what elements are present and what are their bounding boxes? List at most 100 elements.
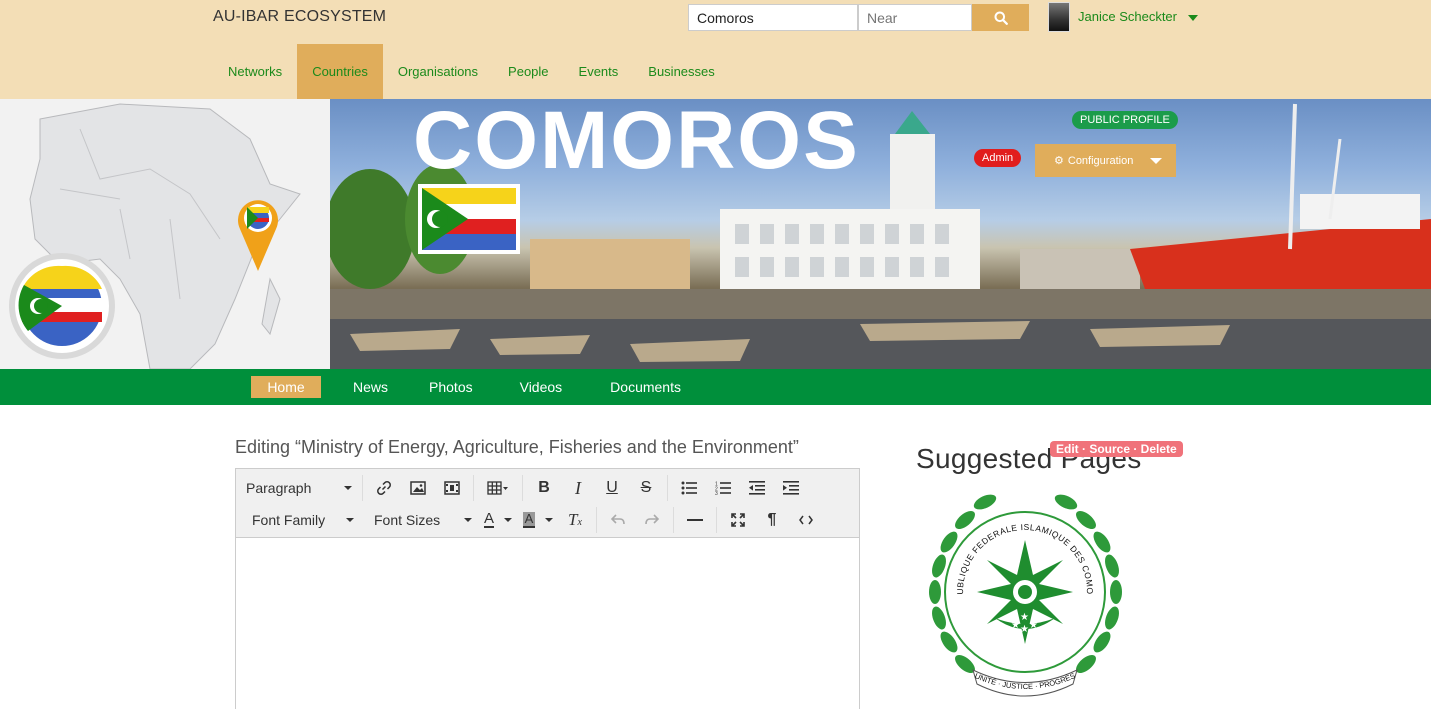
flag-badge-icon: [9, 253, 115, 359]
nav-item-events[interactable]: Events: [564, 44, 634, 99]
bullet-list-button[interactable]: [672, 474, 706, 502]
toolbar-divider: [362, 475, 363, 501]
edit-source-delete-links[interactable]: Edit · Source · Delete: [1050, 441, 1183, 457]
toolbar-divider: [596, 507, 597, 533]
user-menu-name[interactable]: Janice Scheckter: [1078, 9, 1177, 24]
chevron-down-icon: [346, 518, 354, 522]
show-blocks-button[interactable]: ¶: [755, 506, 789, 534]
italic-button[interactable]: I: [561, 474, 595, 502]
background-color-button[interactable]: A: [518, 506, 558, 534]
editor-toolbar: Paragraph B I U S 1 2 3 Font Family Font…: [236, 469, 859, 538]
nav-item-organisations[interactable]: Organisations: [383, 44, 493, 99]
nav-item-people[interactable]: People: [493, 44, 563, 99]
chevron-down-icon[interactable]: [1188, 15, 1198, 21]
outdent-icon: [749, 481, 765, 495]
horizontal-rule-icon: [687, 519, 703, 521]
subnav-videos[interactable]: Videos: [497, 376, 586, 398]
media-button[interactable]: [435, 474, 469, 502]
image-button[interactable]: [401, 474, 435, 502]
editing-title: Editing “Ministry of Energy, Agriculture…: [235, 437, 799, 457]
public-profile-badge[interactable]: PUBLIC PROFILE: [1072, 111, 1178, 129]
toolbar-divider: [473, 475, 474, 501]
bold-button[interactable]: B: [527, 474, 561, 502]
horizontal-rule-button[interactable]: [678, 506, 712, 534]
subnav-documents[interactable]: Documents: [585, 376, 706, 398]
source-code-button[interactable]: [789, 506, 823, 534]
africa-map-image: [0, 99, 330, 369]
svg-text:★: ★: [1020, 612, 1029, 623]
configuration-button[interactable]: ⚙ Configuration: [1035, 144, 1176, 177]
code-icon: [799, 515, 813, 525]
text-color-button[interactable]: A: [478, 506, 518, 534]
fullscreen-button[interactable]: [721, 506, 755, 534]
nav-item-countries[interactable]: Countries: [297, 44, 383, 99]
toolbar-divider: [522, 475, 523, 501]
top-header: AU-IBAR ECOSYSTEM Janice Scheckter Netwo…: [0, 0, 1431, 99]
chevron-down-icon: [1150, 158, 1162, 164]
bullet-list-icon: [681, 481, 697, 495]
film-icon: [444, 481, 460, 495]
redo-button[interactable]: [635, 506, 669, 534]
brand-logo-text[interactable]: AU-IBAR ECOSYSTEM: [213, 8, 386, 26]
admin-badge: Admin: [974, 149, 1022, 167]
pilcrow-icon: ¶: [767, 511, 777, 528]
configuration-label: Configuration: [1067, 154, 1134, 167]
outdent-button[interactable]: [740, 474, 774, 502]
numbered-list-button[interactable]: 123: [706, 474, 740, 502]
redo-icon: [645, 514, 659, 525]
bold-icon: B: [538, 479, 550, 496]
search-button[interactable]: [972, 4, 1029, 31]
svg-text:★: ★: [1011, 620, 1020, 631]
fullscreen-icon: [731, 513, 745, 527]
indent-icon: [783, 481, 799, 495]
clear-formatting-button[interactable]: Tx: [558, 506, 592, 534]
editor-content-area[interactable]: [236, 538, 859, 709]
nav-item-networks[interactable]: Networks: [213, 44, 297, 99]
clear-format-icon: Tx: [568, 510, 582, 529]
comoros-coat-of-arms-image[interactable]: REPUBLIQUE FEDERALE ISLAMIQUE DES COMORE…: [913, 480, 1138, 705]
link-button[interactable]: [367, 474, 401, 502]
chevron-down-icon: [464, 518, 472, 522]
toolbar-divider: [667, 475, 668, 501]
font-family-label: Font Family: [252, 512, 326, 528]
paragraph-format-label: Paragraph: [246, 480, 312, 496]
undo-button[interactable]: [601, 506, 635, 534]
paragraph-format-select[interactable]: Paragraph: [236, 474, 358, 502]
subnav-photos[interactable]: Photos: [405, 376, 497, 398]
underline-button[interactable]: U: [595, 474, 629, 502]
indent-button[interactable]: [774, 474, 808, 502]
chevron-down-icon: [545, 518, 554, 522]
font-sizes-label: Font Sizes: [374, 512, 441, 528]
italic-icon: I: [575, 477, 581, 498]
rich-text-editor: Paragraph B I U S 1 2 3 Font Family Font…: [235, 468, 860, 709]
text-color-icon: A: [483, 510, 494, 528]
toolbar-divider: [716, 507, 717, 533]
chevron-down-icon: [344, 486, 352, 490]
svg-text:3: 3: [715, 491, 718, 495]
search-icon: [994, 11, 1008, 25]
country-banner: COMOROS PUBLIC PROFILE Admin ⚙ Configura…: [0, 99, 1431, 369]
svg-text:★: ★: [1029, 620, 1038, 631]
subnav-home[interactable]: Home: [251, 376, 321, 398]
background-color-icon: A: [522, 511, 536, 528]
font-family-select[interactable]: Font Family: [236, 506, 360, 534]
strikethrough-button[interactable]: S: [629, 474, 663, 502]
near-input[interactable]: [858, 4, 972, 31]
font-sizes-select[interactable]: Font Sizes: [360, 506, 478, 534]
image-icon: [410, 481, 426, 495]
comoros-flag-image: [418, 184, 520, 254]
link-icon: [377, 481, 391, 495]
underline-icon: U: [606, 479, 618, 496]
numbered-list-icon: 123: [715, 482, 731, 495]
svg-text:★: ★: [1020, 624, 1029, 635]
avatar[interactable]: [1048, 2, 1070, 32]
main-nav: Networks Countries Organisations People …: [213, 44, 730, 99]
table-button[interactable]: [478, 474, 518, 502]
nav-item-businesses[interactable]: Businesses: [633, 44, 729, 99]
chevron-down-icon: [504, 518, 512, 522]
subnav-news[interactable]: News: [336, 376, 405, 398]
country-subnav: Home News Photos Videos Documents: [0, 369, 1431, 405]
search-input[interactable]: [688, 4, 858, 31]
gear-icon: ⚙: [1054, 155, 1064, 167]
toolbar-divider: [673, 507, 674, 533]
